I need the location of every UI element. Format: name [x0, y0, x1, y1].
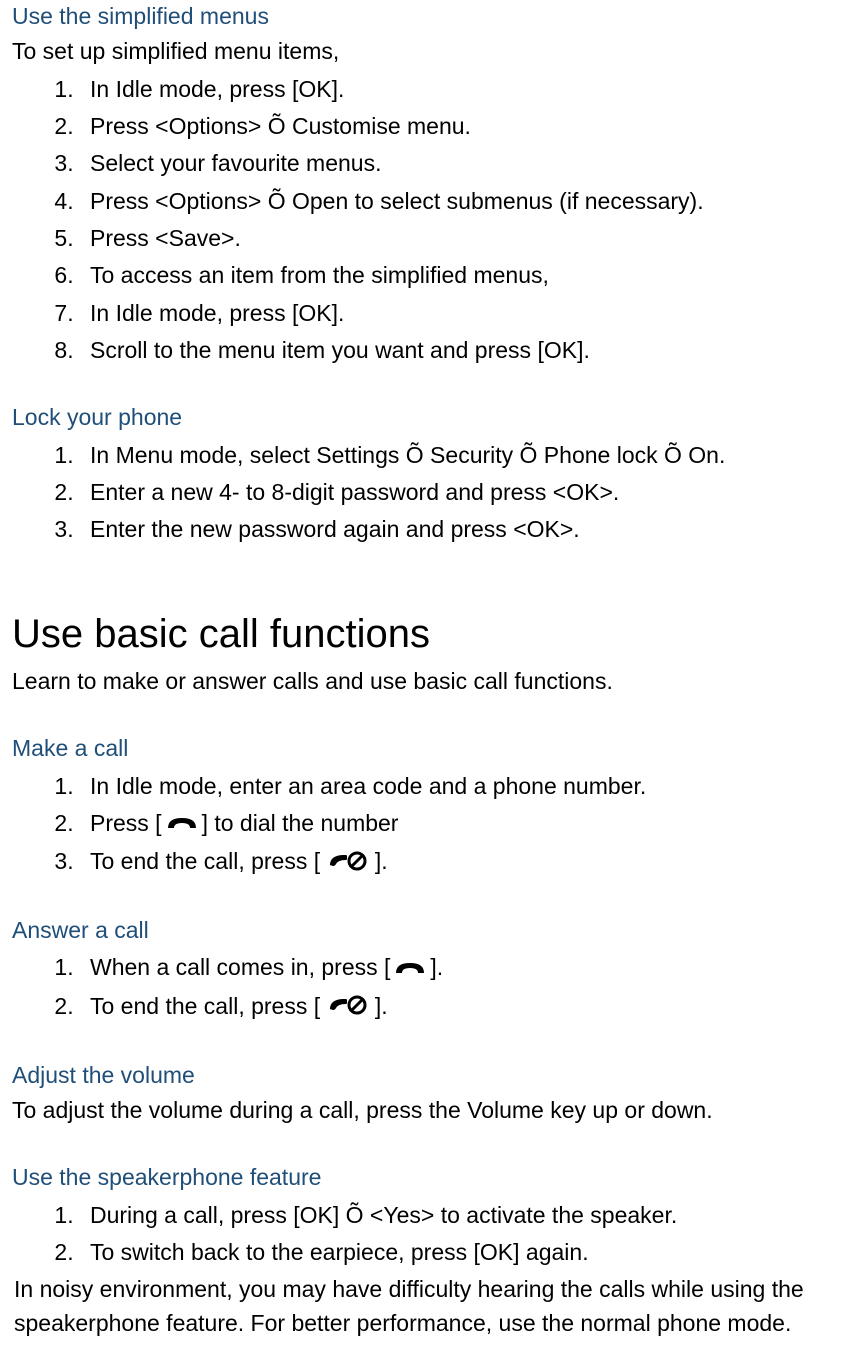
text-fragment: ] to dial the number — [202, 810, 399, 836]
list-item: To end the call, press [ ]. — [80, 990, 851, 1025]
text-fragment: ]. — [369, 993, 388, 1019]
heading-speakerphone: Use the speakerphone feature — [12, 1161, 851, 1194]
call-key-icon — [390, 953, 430, 986]
list-speakerphone: During a call, press [OK] Õ <Yes> to act… — [12, 1199, 851, 1270]
text-fragment: To end the call, press [ — [90, 848, 327, 874]
intro-basic-call-functions: Learn to make or answer calls and use ba… — [12, 665, 851, 698]
list-simplified-menus: In Idle mode, press [OK]. Press <Options… — [12, 73, 851, 368]
list-answer-a-call: When a call comes in, press []. To end t… — [12, 951, 851, 1024]
list-item: Select your favourite menus. — [80, 147, 851, 180]
call-key-icon — [162, 808, 202, 841]
heading-make-a-call: Make a call — [12, 732, 851, 765]
list-item: In Idle mode, press [OK]. — [80, 73, 851, 106]
text-fragment: To end the call, press [ — [90, 993, 327, 1019]
list-item: Press <Options> Õ Open to select submenu… — [80, 185, 851, 218]
list-item: When a call comes in, press []. — [80, 951, 851, 986]
list-item: Press <Options> Õ Customise menu. — [80, 110, 851, 143]
heading-adjust-volume: Adjust the volume — [12, 1059, 851, 1092]
list-item: Scroll to the menu item you want and pre… — [80, 334, 851, 367]
list-item: In Menu mode, select Settings Õ Security… — [80, 439, 851, 472]
list-make-a-call: In Idle mode, enter an area code and a p… — [12, 770, 851, 881]
list-item: Enter a new 4- to 8-digit password and p… — [80, 476, 851, 509]
list-item: To switch back to the earpiece, press [O… — [80, 1236, 851, 1269]
list-item: Press <Save>. — [80, 222, 851, 255]
intro-simplified-menus: To set up simplified menu items, — [12, 35, 851, 68]
heading-lock-phone: Lock your phone — [12, 401, 851, 434]
list-item: Press [ ] to dial the number — [80, 807, 851, 842]
list-lock-phone: In Menu mode, select Settings Õ Security… — [12, 439, 851, 547]
text-fragment: ]. — [430, 954, 443, 980]
heading-simplified-menus: Use the simplified menus — [12, 0, 851, 33]
heading-answer-a-call: Answer a call — [12, 914, 851, 947]
text-fragment: Press [ — [90, 810, 162, 836]
list-item: To end the call, press [ ]. — [80, 845, 851, 880]
heading-basic-call-functions: Use basic call functions — [12, 605, 851, 663]
text-fragment: ]. — [369, 848, 388, 874]
list-item: In Idle mode, enter an area code and a p… — [80, 770, 851, 803]
end-call-key-icon — [327, 847, 369, 880]
text-fragment: When a call comes in, press [ — [90, 954, 390, 980]
list-item: During a call, press [OK] Õ <Yes> to act… — [80, 1199, 851, 1232]
note-speakerphone: In noisy environment, you may have diffi… — [12, 1273, 851, 1340]
end-call-key-icon — [327, 991, 369, 1024]
list-item: In Idle mode, press [OK]. — [80, 297, 851, 330]
para-adjust-volume: To adjust the volume during a call, pres… — [12, 1094, 851, 1127]
list-item: Enter the new password again and press <… — [80, 513, 851, 546]
list-item: To access an item from the simplified me… — [80, 259, 851, 292]
